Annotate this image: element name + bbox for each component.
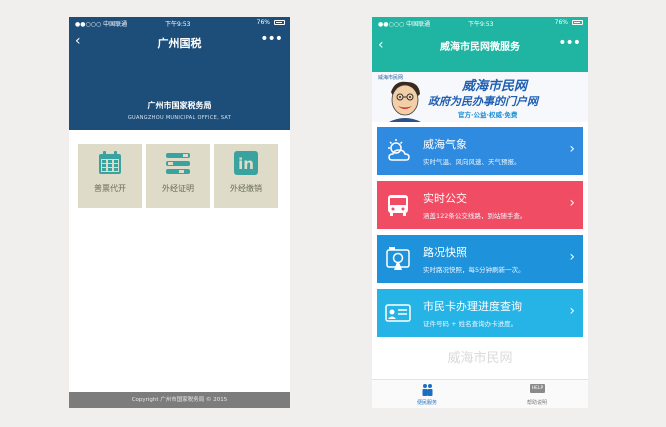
app-header: ●●○○○ 中国联通 下午9:53 76% ‹ 广州国税 ••• 广州市国家税务… — [69, 17, 290, 130]
organization-name: 广州市国家税务局 — [147, 101, 212, 110]
chevron-right-icon: › — [569, 141, 575, 157]
citizen-card-progress-card[interactable]: 市民卡办理进度查询 证件号码 + 姓名查询办卡进度。 › — [377, 289, 583, 337]
chevron-right-icon: › — [569, 195, 575, 211]
card-title: 路况快照 — [423, 246, 467, 259]
card-description: 实时路况快照，每5分钟刷新一次。 — [423, 266, 525, 274]
tab-label: 帮助说明 — [526, 400, 547, 406]
road-camera-icon — [386, 247, 410, 270]
linkedin-icon: in — [234, 151, 258, 175]
tile-outbound-cancellation-button[interactable]: in 外经缴销 — [214, 144, 278, 208]
bus-service-card[interactable]: 实时公交 涵盖122条公交线路，到站随手查。 › — [377, 181, 583, 229]
people-icon — [422, 384, 433, 396]
battery-icon — [572, 20, 583, 25]
bus-icon — [388, 195, 408, 216]
chevron-right-icon: › — [569, 303, 575, 319]
bottom-tab-bar: 便民服务 HELP 帮助说明 — [372, 379, 588, 408]
navigation-bar: ‹ 威海市民网微服务 ••• — [372, 35, 588, 57]
banner-title: 威海市民网 — [462, 79, 528, 94]
more-options-icon[interactable]: ••• — [558, 35, 581, 51]
linkedin-icon-text: in — [238, 155, 254, 173]
id-card-icon — [385, 304, 411, 322]
carrier-label: ●●○○○ 中国联通 — [75, 21, 128, 28]
page-title: 广州国税 — [157, 37, 202, 50]
road-snapshot-service-card[interactable]: 路况快照 实时路况快照，每5分钟刷新一次。 › — [377, 235, 583, 283]
weihai-citizen-app-screen: ●●○○○ 中国联通 下午9:53 76% ‹ 威海市民网微服务 ••• 威海市… — [372, 17, 588, 408]
tile-label: 外经缴销 — [230, 184, 262, 193]
copyright-footer: Copyright 广州市国家税务局 © 2015 — [69, 392, 290, 408]
app-header: ●●○○○ 中国联通 下午9:53 76% ‹ 威海市民网微服务 ••• — [372, 17, 588, 72]
banner-slogan: 政府为民办事的门户网 — [428, 95, 538, 108]
weather-service-card[interactable]: 威海气象 实时气温、风向风速、天气预报。 › — [377, 127, 583, 175]
banner-tagline: 官方·公益·权威·免费 — [458, 111, 518, 119]
status-time: 下午9:53 — [165, 21, 191, 28]
battery-percent: 76% — [554, 19, 568, 26]
status-time: 下午9:53 — [468, 21, 494, 28]
mascot-face-icon — [389, 81, 421, 122]
tile-outbound-certificate-button[interactable]: 外经证明 — [146, 144, 210, 208]
guangzhou-tax-app-screen: ●●○○○ 中国联通 下午9:53 76% ‹ 广州国税 ••• 广州市国家税务… — [69, 17, 290, 408]
card-title: 威海气象 — [423, 138, 467, 151]
navigation-bar: ‹ 广州国税 ••• — [69, 31, 290, 53]
card-title: 市民卡办理进度查询 — [423, 300, 522, 313]
calendar-icon — [99, 151, 121, 174]
tile-invoice-issue-button[interactable]: 普票代开 — [78, 144, 142, 208]
battery-icon — [274, 20, 285, 25]
tab-help[interactable]: HELP 帮助说明 — [502, 380, 572, 408]
chevron-right-icon: › — [569, 249, 575, 265]
organization-name-english: GUANGZHOU MUNICIPAL OFFICE, SAT — [127, 115, 232, 121]
tile-label: 外经证明 — [162, 184, 194, 193]
carrier-label: ●●○○○ 中国联通 — [378, 21, 431, 28]
card-description: 证件号码 + 姓名查询办卡进度。 — [423, 320, 518, 328]
tab-convenience-services[interactable]: 便民服务 — [392, 380, 462, 408]
card-title: 实时公交 — [423, 192, 467, 205]
tab-label: 便民服务 — [416, 400, 437, 406]
page-title: 威海市民网微服务 — [440, 42, 520, 53]
promo-banner: 威海市民网 威海市民网 政府为民办事的门户网 官方·公益·权威·免费 — [372, 72, 588, 122]
card-description: 实时气温、风向风速、天气预报。 — [423, 158, 521, 166]
weather-icon — [388, 139, 410, 161]
card-description: 涵盖122条公交线路，到站随手查。 — [423, 212, 527, 220]
status-bar: ●●○○○ 中国联通 下午9:53 76% — [372, 17, 588, 29]
status-bar: ●●○○○ 中国联通 下午9:53 76% — [69, 17, 290, 29]
help-icon: HELP — [530, 384, 545, 393]
more-options-icon[interactable]: ••• — [260, 31, 283, 47]
battery-percent: 76% — [256, 19, 270, 26]
watermark-logo: 威海市民网 — [447, 351, 513, 366]
tile-label: 普票代开 — [94, 184, 126, 193]
list-icon — [166, 153, 190, 174]
